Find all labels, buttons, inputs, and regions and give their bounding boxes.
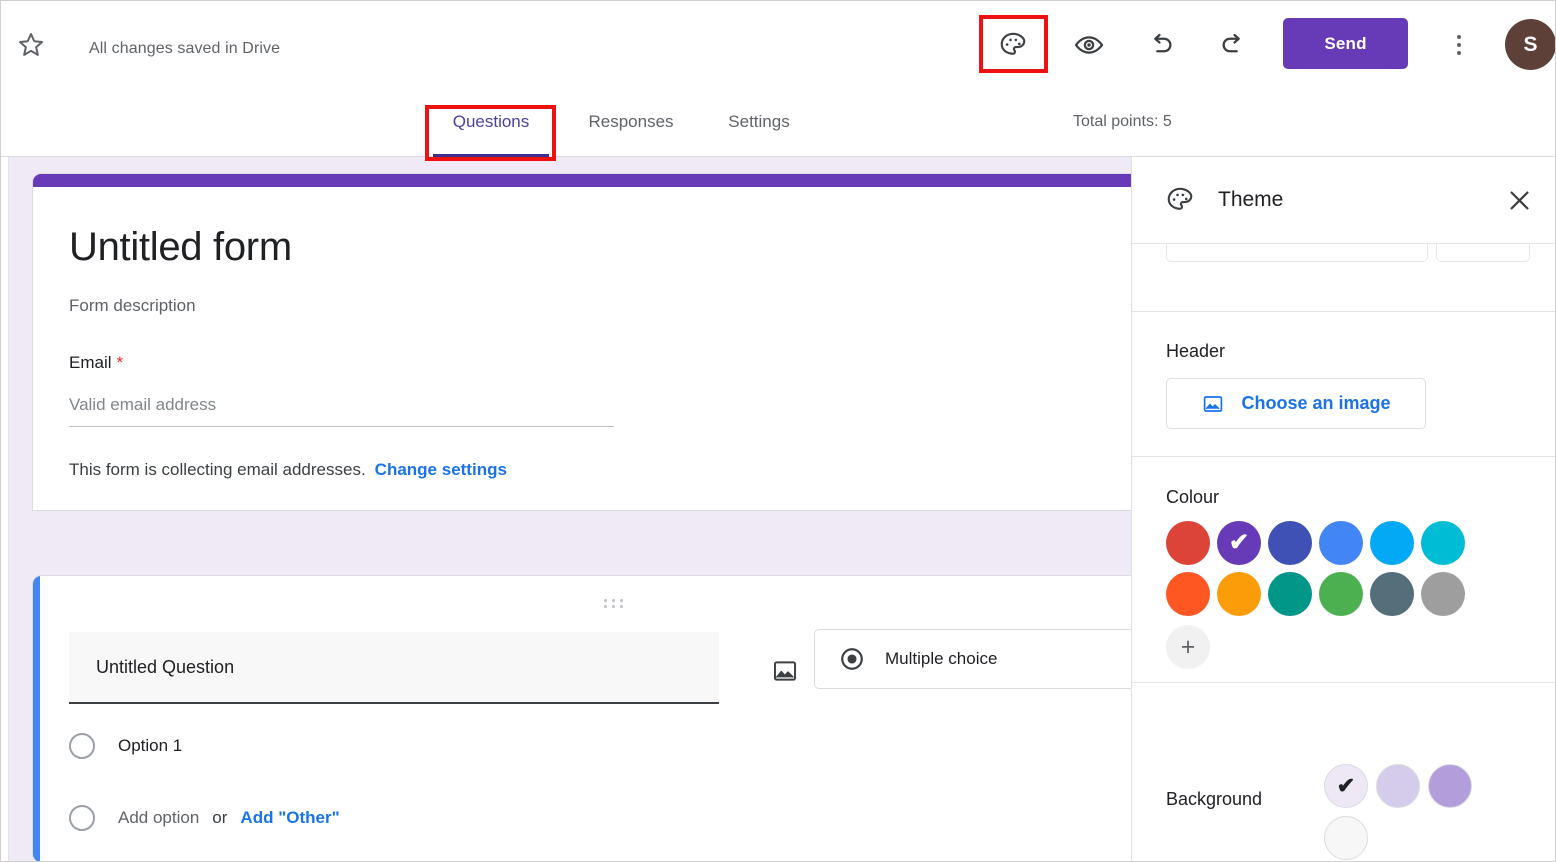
radio-circle-icon bbox=[69, 733, 95, 759]
form-canvas: Untitled form Form description Email * Va… bbox=[1, 157, 1131, 861]
add-other-link[interactable]: Add "Other" bbox=[240, 808, 339, 828]
tab-settings[interactable]: Settings bbox=[713, 87, 805, 157]
check-icon: ✔ bbox=[1336, 773, 1356, 798]
colour-swatch-orange[interactable] bbox=[1217, 572, 1261, 616]
check-icon: ✔ bbox=[1228, 529, 1250, 556]
theme-panel-header: Theme bbox=[1132, 157, 1555, 244]
total-points-label: Total points: 5 bbox=[1073, 113, 1172, 130]
eye-preview-icon[interactable] bbox=[1063, 19, 1115, 71]
question-type-select[interactable]: Multiple choice bbox=[814, 629, 1131, 689]
question-accent-bar bbox=[33, 576, 40, 861]
insert-image-icon[interactable] bbox=[764, 650, 806, 692]
avatar[interactable]: S bbox=[1505, 19, 1555, 70]
colour-swatch-grid: ✔ bbox=[1166, 521, 1472, 623]
add-option-label[interactable]: Add option bbox=[118, 808, 199, 828]
canvas-left-edge bbox=[1, 157, 9, 861]
or-separator-label: or bbox=[212, 808, 228, 827]
background-swatch-lightest-lavender[interactable]: ✔ bbox=[1324, 764, 1368, 808]
form-title[interactable]: Untitled form bbox=[69, 225, 1105, 270]
undo-icon[interactable] bbox=[1135, 19, 1187, 71]
top-toolbar: All changes saved in Drive Send S bbox=[1, 1, 1555, 87]
palette-icon[interactable] bbox=[987, 19, 1039, 71]
colour-swatch-light-blue[interactable] bbox=[1370, 521, 1414, 565]
theme-panel-title: Theme bbox=[1218, 188, 1284, 211]
form-header-card: Untitled form Form description Email * Va… bbox=[32, 173, 1131, 511]
redo-icon[interactable] bbox=[1207, 19, 1259, 71]
header-section-title: Header bbox=[1166, 341, 1226, 361]
image-icon bbox=[1201, 392, 1225, 416]
colour-section: Colour ✔ + bbox=[1132, 457, 1555, 682]
send-button[interactable]: Send bbox=[1283, 18, 1408, 69]
tab-questions[interactable]: Questions bbox=[433, 87, 549, 157]
required-marker: * bbox=[116, 353, 124, 372]
option-row[interactable]: Option 1 bbox=[69, 733, 182, 759]
option-label[interactable]: Option 1 bbox=[118, 736, 182, 756]
colour-swatch-grey[interactable] bbox=[1421, 572, 1465, 616]
collection-note-text: This form is collecting email addresses. bbox=[69, 460, 366, 479]
colour-swatch-deep-orange[interactable] bbox=[1166, 572, 1210, 616]
radio-button-icon bbox=[839, 646, 865, 672]
colour-swatch-green[interactable] bbox=[1319, 572, 1363, 616]
question-card: Untitled Question Multiple choice Option… bbox=[32, 575, 1131, 861]
background-swatch-light-lavender[interactable] bbox=[1376, 764, 1420, 808]
save-status-text: All changes saved in Drive bbox=[89, 40, 281, 57]
colour-swatch-purple[interactable]: ✔ bbox=[1217, 521, 1261, 565]
colour-swatch-red[interactable] bbox=[1166, 521, 1210, 565]
tab-responses[interactable]: Responses bbox=[567, 87, 695, 157]
add-custom-colour-button[interactable]: + bbox=[1166, 625, 1210, 669]
colour-swatch-blue-grey[interactable] bbox=[1370, 572, 1414, 616]
colour-swatch-indigo[interactable] bbox=[1268, 521, 1312, 565]
change-settings-link[interactable]: Change settings bbox=[375, 460, 507, 479]
choose-an-image-label: Choose an image bbox=[1241, 393, 1391, 413]
choose-an-image-button[interactable]: Choose an image bbox=[1166, 378, 1426, 429]
background-swatch-medium-lavender[interactable] bbox=[1428, 764, 1472, 808]
email-collection-note: This form is collecting email addresses.… bbox=[69, 460, 1105, 480]
colour-section-title: Colour bbox=[1166, 487, 1220, 507]
radio-circle-icon bbox=[69, 805, 95, 831]
google-forms-editor: All changes saved in Drive Send S Questi… bbox=[0, 0, 1556, 862]
more-vert-icon[interactable] bbox=[1433, 19, 1485, 71]
palette-icon bbox=[1165, 185, 1195, 215]
form-accent-bar bbox=[33, 174, 1131, 187]
theme-panel-scroll-area[interactable]: Header Choose an image Colour ✔ + Backgr… bbox=[1132, 222, 1555, 861]
background-swatch-white[interactable] bbox=[1324, 816, 1368, 860]
background-section: Background ✔ bbox=[1132, 682, 1555, 861]
scrolled-off-style-row bbox=[1132, 222, 1555, 312]
background-section-label: Background bbox=[1166, 789, 1263, 809]
email-input[interactable]: Valid email address bbox=[69, 395, 614, 427]
colour-swatch-teal[interactable] bbox=[1268, 572, 1312, 616]
theme-panel: Theme Header Choose an image Colour ✔ + … bbox=[1131, 157, 1555, 861]
colour-swatch-cyan[interactable] bbox=[1421, 521, 1465, 565]
close-icon[interactable] bbox=[1496, 177, 1542, 223]
email-field-label: Email * bbox=[69, 353, 1105, 373]
form-description[interactable]: Form description bbox=[69, 296, 1105, 316]
add-option-row[interactable]: Add option or Add "Other" bbox=[69, 805, 340, 831]
question-type-label: Multiple choice bbox=[885, 649, 998, 668]
email-label-text: Email bbox=[69, 353, 112, 372]
star-outline-icon[interactable] bbox=[9, 23, 53, 67]
drag-handle-icon[interactable] bbox=[604, 599, 625, 608]
header-section: Header Choose an image bbox=[1132, 312, 1555, 457]
colour-swatch-blue[interactable] bbox=[1319, 521, 1363, 565]
question-title-input[interactable]: Untitled Question bbox=[69, 632, 719, 704]
